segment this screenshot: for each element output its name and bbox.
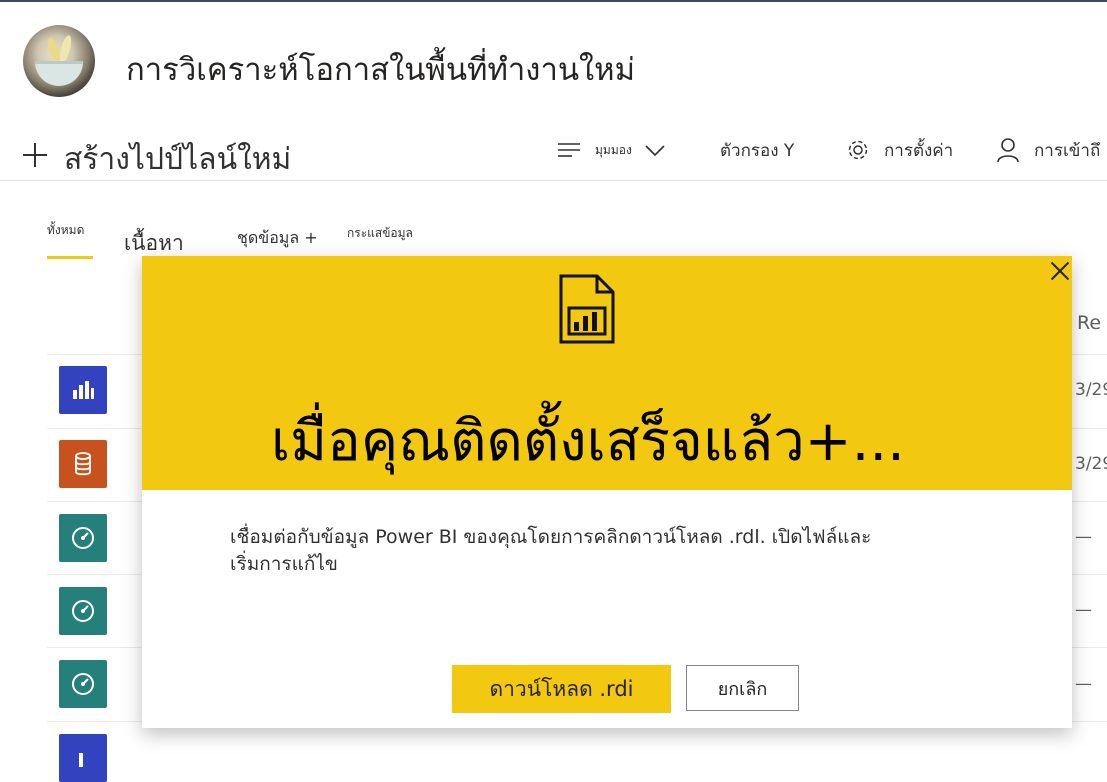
filter-label: ตัวกรอง Y [720,140,795,161]
chevron-down-icon [645,145,665,157]
dialog-description-line1: เชื่อมต่อกับข้อมูล Power BI ของคุณโดยการ… [230,526,872,548]
dataset-icon[interactable] [59,440,107,488]
close-icon[interactable] [1049,260,1071,282]
plus-icon [22,142,48,168]
row-refreshed-value: — [1075,674,1092,694]
tab-all[interactable]: ทั้งหมด [47,221,84,240]
view-lines-icon [558,143,580,157]
download-rdl-button[interactable]: ดาวน์โหลด .rdi [452,665,671,713]
workspace-title: การวิเคราะห์โอกาสในพื้นที่ทำงานใหม่ [126,52,636,88]
row-refreshed-value: — [1075,527,1092,547]
view-menu-button[interactable]: มุมมอง [557,130,666,170]
access-label: การเข้าถึ [1034,140,1101,161]
tab-all-indicator [47,256,93,259]
top-border [0,0,1107,2]
tab-dataflows[interactable]: กระแสข้อมูล [347,224,413,243]
content-tabs: ทั้งหมด เนื้อหา ชุดข้อมูล + กระแสข้อมูล [0,215,600,260]
report-icon[interactable] [59,366,107,414]
gear-icon [848,140,868,160]
row-refreshed-value: 3/29 [1075,454,1107,474]
report-file-icon [559,274,615,344]
report-icon[interactable] [59,734,107,782]
settings-label: การตั้งค่า [884,140,954,161]
row-refreshed-value: — [1075,600,1092,620]
dialog-description-line2: เริ่มการแก้ไข [230,553,338,575]
settings-button[interactable]: การตั้งค่า [846,130,953,170]
tab-datasets[interactable]: ชุดข้อมูล + [237,226,318,251]
column-header-refreshed[interactable]: Re [1077,312,1101,334]
dialog-title: เมื่อคุณติดตั้งเสร็จแล้ว+... [271,409,905,474]
dialog-header: เมื่อคุณติดตั้งเสร็จแล้ว+... [142,256,1072,490]
new-pipeline-button[interactable]: สร้างไปป์ไลน์ใหม่ [22,130,291,180]
access-button[interactable]: การเข้าถึ [996,130,1100,170]
cancel-button[interactable]: ยกเลิก [686,665,799,711]
row-refreshed-value: 3/29 [1075,380,1107,400]
install-complete-dialog: เมื่อคุณติดตั้งเสร็จแล้ว+... เชื่อมต่อกั… [142,256,1072,728]
dashboard-icon[interactable] [59,514,107,562]
dashboard-icon[interactable] [59,660,107,708]
dashboard-icon[interactable] [59,587,107,635]
person-icon [997,138,1019,163]
filter-button[interactable]: ตัวกรอง Y [720,130,794,170]
view-label: มุมมอง [595,142,632,157]
new-pipeline-label: สร้างไปป์ไลน์ใหม่ [64,141,292,177]
workspace-avatar [23,25,95,97]
command-bar: สร้างไปป์ไลน์ใหม่ มุมมอง ตัวกรอง Y การตั… [0,130,1107,181]
dialog-description: เชื่อมต่อกับข้อมูล Power BI ของคุณโดยการ… [230,524,950,578]
